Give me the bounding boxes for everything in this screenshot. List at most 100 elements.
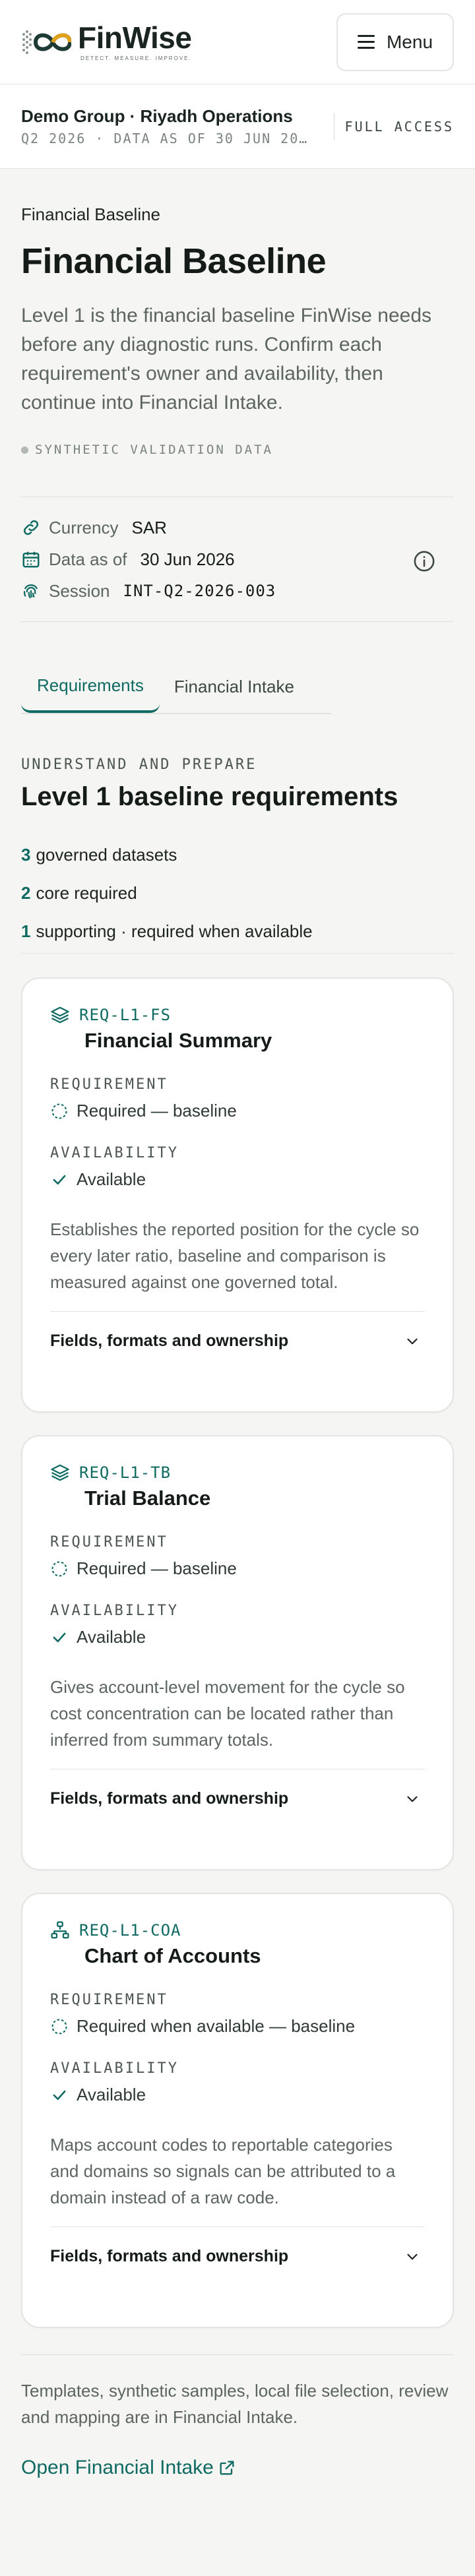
availability-value: Available (77, 2085, 146, 2104)
currency-link-icon (23, 520, 39, 536)
finwise-logo[interactable]: FinWise DETECT. MEASURE. IMPROVE. (21, 22, 192, 61)
stat-text: supporting · required when available (36, 921, 313, 941)
hamburger-icon (357, 35, 375, 49)
session-row: Session INT-Q2-2026-003 (21, 575, 454, 607)
availability-status: Available (50, 1627, 425, 1647)
status-dot-icon (21, 446, 28, 454)
fields-accordion-toggle[interactable]: Fields, formats and ownership (50, 1311, 425, 1370)
currency-row: Currency SAR (21, 512, 454, 543)
chevron-down-icon (407, 2254, 418, 2259)
info-icon[interactable] (413, 550, 435, 572)
main-content: Financial Baseline Financial Baseline Le… (0, 204, 475, 2479)
dashed-circle-icon (51, 2018, 67, 2035)
stat-number: 1 (21, 921, 31, 941)
logo-infinity-icon (22, 30, 71, 54)
asof-row: Data as of 30 Jun 2026 (21, 543, 454, 575)
requirement-title: Trial Balance (84, 1487, 211, 1510)
page-title: Financial Baseline (21, 241, 327, 281)
section-title: Level 1 baseline requirements (21, 782, 398, 811)
layers-icon (51, 1464, 69, 1481)
requirement-title: Financial Summary (84, 1029, 272, 1052)
stat-number: 3 (21, 844, 31, 865)
requirement-value: Required when available — baseline (77, 2016, 356, 2036)
top-bar: FinWise DETECT. MEASURE. IMPROVE. Menu (0, 0, 475, 84)
requirement-label: REQUIREMENT (50, 1992, 168, 2008)
open-financial-intake-link[interactable]: Open Financial Intake (21, 2457, 454, 2479)
layers-icon (51, 1006, 69, 1024)
calendar-icon (22, 551, 40, 568)
stat-core: 2 core required (21, 874, 454, 912)
stat-supporting: 1 supporting · required when available (21, 912, 454, 950)
stat-datasets: 3 governed datasets (21, 836, 454, 874)
fields-accordion-toggle[interactable]: Fields, formats and ownership (50, 2226, 425, 2286)
requirement-status: Required — baseline (50, 1101, 425, 1121)
chevron-down-icon (407, 1796, 418, 1802)
fingerprint-icon (23, 584, 38, 599)
availability-value: Available (77, 1169, 146, 1189)
external-link-icon (220, 2461, 234, 2475)
brand-name: FinWise (78, 20, 192, 55)
footer-note: Templates, synthetic samples, local file… (21, 2381, 449, 2427)
requirement-code: REQ-L1-TB (79, 1463, 172, 1482)
requirement-card-coa: REQ-L1-COA Chart of Accounts REQUIREMENT… (21, 1893, 454, 2328)
footer-divider (21, 2354, 454, 2355)
asof-value: 30 Jun 2026 (140, 549, 235, 569)
menu-button[interactable]: Menu (336, 13, 454, 71)
fields-accordion-toggle[interactable]: Fields, formats and ownership (50, 1769, 425, 1828)
tab-financial-intake[interactable]: Financial Intake (160, 660, 309, 713)
session-label: Session (49, 580, 110, 601)
stat-text: governed datasets (36, 844, 177, 865)
availability-label: AVAILABILITY (50, 1603, 179, 1619)
link-label: Open Financial Intake (21, 2457, 214, 2478)
currency-value: SAR (131, 517, 167, 537)
requirement-description: Gives account-level movement for the cyc… (50, 1677, 405, 1750)
chevron-down-icon (407, 1338, 418, 1344)
requirement-stats: 3 governed datasets 2 core required 1 su… (21, 836, 454, 954)
requirement-card-fs: REQ-L1-FS Financial Summary REQUIREMENT … (21, 977, 454, 1413)
asof-label: Data as of (49, 549, 127, 569)
tab-bar: Requirements Financial Intake (21, 660, 331, 714)
requirement-value: Required — baseline (77, 1558, 237, 1578)
requirement-code: REQ-L1-COA (79, 1921, 181, 1940)
availability-status: Available (50, 1169, 425, 1190)
requirement-description: Establishes the reported position for th… (50, 1219, 420, 1292)
breadcrumb: Financial Baseline (21, 204, 161, 224)
requirement-code: REQ-L1-FS (79, 1006, 172, 1024)
period-subtitle: Q2 2026 · DATA AS OF 30 JUN 20… (21, 131, 309, 146)
section-eyebrow: UNDERSTAND AND PREPARE (21, 756, 257, 773)
requirement-label: REQUIREMENT (50, 1534, 168, 1550)
requirement-value: Required — baseline (77, 1101, 237, 1120)
accordion-label: Fields, formats and ownership (50, 1332, 289, 1350)
requirement-status: Required when available — baseline (50, 2016, 425, 2037)
stats-divider (21, 953, 454, 954)
synthetic-data-badge: SYNTHETIC VALIDATION DATA (21, 443, 454, 457)
hierarchy-icon (51, 1921, 69, 1939)
requirement-title: Chart of Accounts (84, 1944, 261, 1967)
page-lead: Level 1 is the financial baseline FinWis… (21, 305, 432, 414)
requirement-card-tb: REQ-L1-TB Trial Balance REQUIREMENT Requ… (21, 1435, 454, 1870)
requirement-status: Required — baseline (50, 1558, 425, 1579)
availability-label: AVAILABILITY (50, 2060, 179, 2077)
availability-label: AVAILABILITY (50, 1145, 179, 1161)
check-icon (53, 1632, 66, 1642)
check-icon (53, 2090, 66, 2100)
organization-title: Demo Group · Riyadh Operations (21, 106, 293, 126)
dashed-circle-icon (51, 1103, 67, 1119)
stat-text: core required (36, 882, 137, 903)
requirement-description: Maps account codes to reportable categor… (50, 2135, 396, 2207)
context-bar: Demo Group · Riyadh Operations Q2 2026 ·… (0, 84, 475, 169)
currency-label: Currency (49, 517, 119, 537)
stat-number: 2 (21, 882, 31, 903)
requirement-label: REQUIREMENT (50, 1076, 168, 1093)
check-icon (53, 1175, 66, 1184)
dashed-circle-icon (51, 1560, 67, 1577)
tab-requirements[interactable]: Requirements (21, 660, 160, 713)
availability-status: Available (50, 2085, 425, 2105)
accordion-label: Fields, formats and ownership (50, 1789, 289, 1808)
session-meta: Currency SAR Data as of 30 Jun 2026 Sess… (21, 497, 454, 622)
synthetic-label: SYNTHETIC VALIDATION DATA (35, 443, 273, 457)
access-badge: FULL ACCESS (344, 118, 454, 135)
session-value: INT-Q2-2026-003 (123, 582, 276, 600)
menu-label: Menu (386, 31, 433, 52)
accordion-label: Fields, formats and ownership (50, 2247, 289, 2265)
